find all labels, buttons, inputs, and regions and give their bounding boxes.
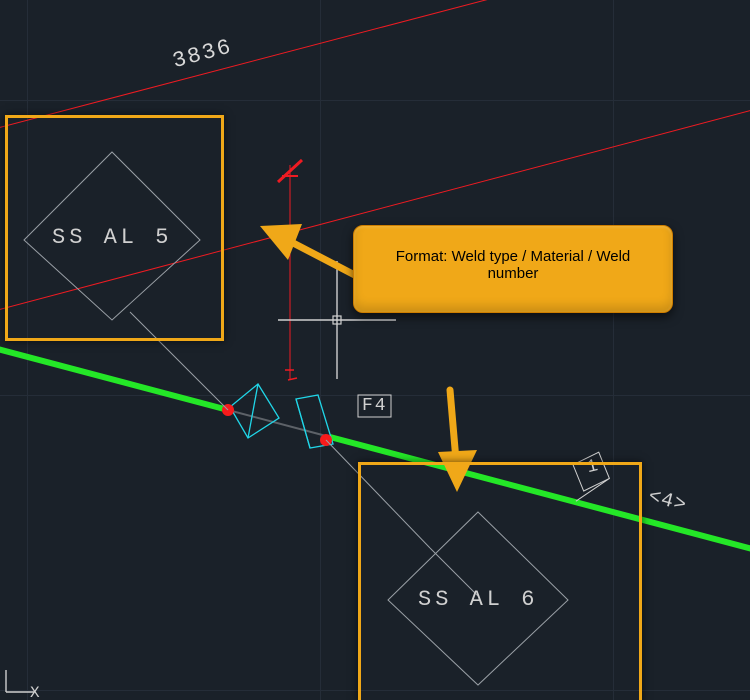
- drawing-canvas[interactable]: 3836 SS AL 5 SS AL 6 F4 1 <4> Format: We…: [0, 0, 750, 700]
- green-pipe-left: [0, 347, 228, 410]
- weld-dot-right: [320, 434, 332, 446]
- ucs-x-label: X: [30, 684, 40, 700]
- weld-dot-left: [222, 404, 234, 416]
- red-tick-small2: [288, 378, 297, 380]
- red-tick-top: [278, 160, 302, 182]
- angle-4-label: <4>: [646, 485, 690, 517]
- f4-label: F4: [362, 396, 388, 416]
- cyan-fitting-left: [230, 384, 279, 438]
- hidden-segment: [228, 410, 330, 437]
- highlight-box-bottom: [358, 462, 642, 700]
- cyan-fitting-right: [296, 395, 333, 448]
- callout-line1: Format: Weld type / Material / Weld: [382, 248, 644, 265]
- grid-h: [0, 100, 750, 101]
- callout-box: Format: Weld type / Material / Weld numb…: [353, 225, 673, 313]
- grid-v: [320, 0, 321, 700]
- highlight-box-top: [5, 115, 224, 341]
- red-line-upper: [0, 0, 750, 130]
- grid-v: [27, 0, 28, 700]
- callout-line2: number: [382, 265, 644, 282]
- dimension-value: 3836: [170, 34, 235, 74]
